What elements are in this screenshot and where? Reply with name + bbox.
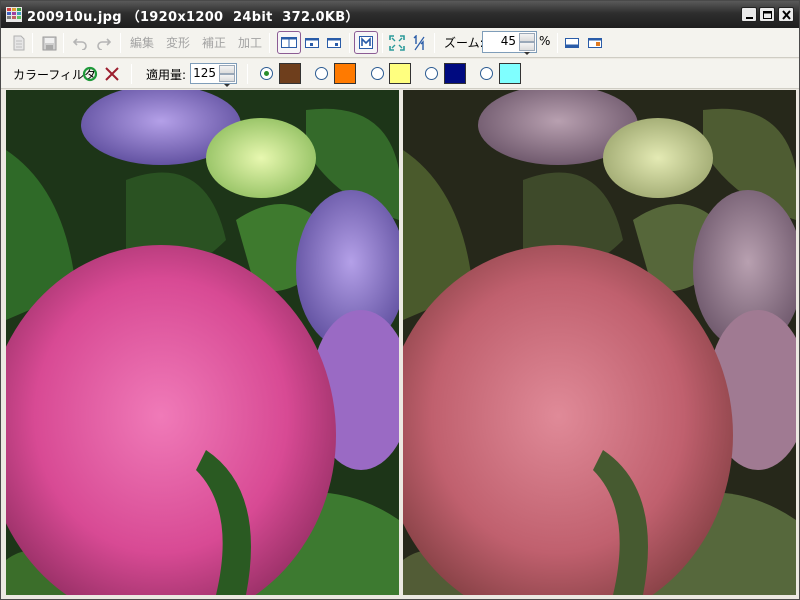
window-title: 200910u.jpg （1920x1200 24bit 372.0KB） xyxy=(27,10,359,25)
menu-edit[interactable]: 編集 xyxy=(130,34,154,51)
amount-up-icon[interactable] xyxy=(219,65,235,78)
save-icon[interactable] xyxy=(40,32,58,54)
horizontal-layout-icon xyxy=(565,38,579,48)
fit-window-icon xyxy=(389,35,405,51)
zoom-arrows[interactable] xyxy=(519,33,535,55)
toolbar-separator xyxy=(32,33,33,53)
minimize-button[interactable] xyxy=(741,7,757,22)
actual-size-button[interactable] xyxy=(410,32,428,54)
toolbar-separator xyxy=(131,64,132,84)
amount-label: 適用量: xyxy=(146,68,187,82)
filtered-image[interactable] xyxy=(403,90,796,595)
swatch-brown[interactable] xyxy=(279,63,301,84)
zoom-label: ズーム: xyxy=(444,36,484,50)
m-mode-icon xyxy=(359,36,373,49)
vertical-layout-button[interactable] xyxy=(586,32,604,54)
toolbar-separator xyxy=(269,33,270,53)
zoom-down-icon[interactable] xyxy=(519,42,535,55)
swatch-radio-yellow[interactable] xyxy=(371,67,384,80)
amount-arrows[interactable] xyxy=(219,65,235,87)
swatch-navy[interactable] xyxy=(444,63,466,84)
redo-icon[interactable] xyxy=(96,32,112,54)
split-view-button[interactable] xyxy=(277,31,301,54)
toolbar-separator xyxy=(382,33,383,53)
file-icon[interactable] xyxy=(10,32,28,54)
amount-value[interactable]: 125 xyxy=(193,66,216,80)
swatch-radio-orange[interactable] xyxy=(315,67,328,80)
title-bar[interactable]: 200910u.jpg （1920x1200 24bit 372.0KB） xyxy=(1,1,799,28)
vertical-layout-icon xyxy=(588,38,602,48)
zoom-unit: % xyxy=(539,34,551,48)
before-view-icon xyxy=(305,38,319,48)
swatch-cyan[interactable] xyxy=(499,63,521,84)
image-viewer[interactable] xyxy=(6,90,796,595)
color-filter-bar: カラーフィルタ 適用量: 125 xyxy=(1,59,799,89)
amount-down-icon[interactable] xyxy=(219,73,235,87)
toolbar-separator xyxy=(434,33,435,53)
hydrangea-photo-original xyxy=(6,90,399,595)
filter-enable-button[interactable] xyxy=(81,63,99,85)
filter-cancel-button[interactable] xyxy=(103,63,121,85)
toolbar-separator xyxy=(557,33,558,53)
circle-ok-icon xyxy=(82,66,98,82)
zoom-value[interactable]: 45 xyxy=(501,34,516,48)
toolbar-separator xyxy=(120,33,121,53)
swatch-orange[interactable] xyxy=(334,63,356,84)
grid-app-icon xyxy=(6,7,22,22)
actual-size-icon xyxy=(413,35,425,51)
zoom-stepper[interactable]: 45 xyxy=(482,31,537,55)
menu-process[interactable]: 加工 xyxy=(238,34,262,51)
after-view-button[interactable] xyxy=(325,32,343,54)
minimize-icon xyxy=(746,17,753,19)
split-view-icon xyxy=(281,37,297,48)
main-toolbar: 編集 変形 補正 加工 ズーム: 45 % xyxy=(1,28,799,58)
close-button[interactable] xyxy=(778,7,794,22)
swatch-yellow[interactable] xyxy=(389,63,411,84)
after-view-icon xyxy=(327,38,341,48)
original-image[interactable] xyxy=(6,90,399,595)
toolbar-separator xyxy=(63,33,64,53)
swatch-radio-navy[interactable] xyxy=(425,67,438,80)
x-cancel-icon xyxy=(105,67,119,81)
close-icon xyxy=(782,10,791,20)
menu-adjust[interactable]: 補正 xyxy=(202,34,226,51)
maximize-icon xyxy=(763,11,772,19)
toolbar-separator xyxy=(349,33,350,53)
before-view-button[interactable] xyxy=(303,32,321,54)
amount-stepper[interactable]: 125 xyxy=(190,63,237,87)
swatch-radio-cyan[interactable] xyxy=(480,67,493,80)
menu-transform[interactable]: 変形 xyxy=(166,34,190,51)
m-mode-button[interactable] xyxy=(354,31,378,54)
maximize-button[interactable] xyxy=(759,7,775,22)
swatch-radio-brown[interactable] xyxy=(260,67,273,80)
hydrangea-photo-filtered xyxy=(403,90,796,595)
fit-window-button[interactable] xyxy=(388,32,406,54)
app-window: 200910u.jpg （1920x1200 24bit 372.0KB） 編集… xyxy=(0,0,800,600)
toolbar-separator xyxy=(247,64,248,84)
horizontal-layout-button[interactable] xyxy=(563,32,581,54)
zoom-up-icon[interactable] xyxy=(519,33,535,46)
undo-icon[interactable] xyxy=(72,32,88,54)
